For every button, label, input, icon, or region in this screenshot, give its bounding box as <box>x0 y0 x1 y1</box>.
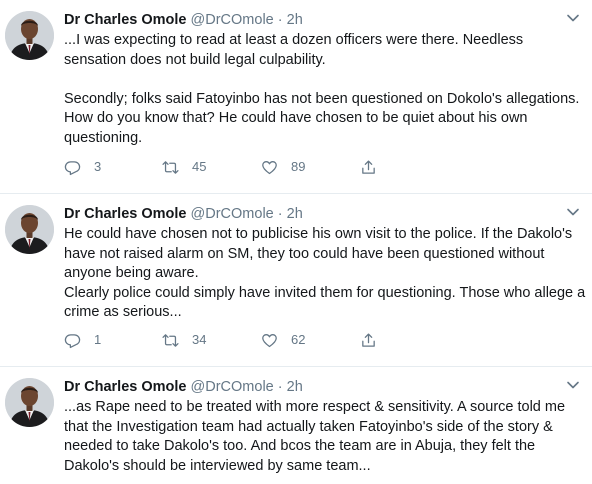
heart-icon <box>262 333 277 347</box>
avatar[interactable] <box>5 205 54 254</box>
author-name[interactable]: Dr Charles Omole <box>64 206 187 222</box>
chevron-down-icon[interactable] <box>566 11 580 25</box>
reply-count: 1 <box>94 332 102 347</box>
tweet-text: ...I was expecting to read at least a do… <box>64 32 580 146</box>
share-icon <box>362 332 375 347</box>
share-button[interactable] <box>360 157 377 177</box>
author-handle[interactable]: @DrCOmole <box>191 379 274 395</box>
share-icon <box>362 159 375 174</box>
separator-dot: · <box>277 379 283 395</box>
retweet-icon <box>162 160 179 174</box>
chevron-down-icon[interactable] <box>566 205 580 219</box>
author-name[interactable]: Dr Charles Omole <box>64 12 187 28</box>
like-count: 89 <box>291 159 306 174</box>
author-handle[interactable]: @DrCOmole <box>191 12 274 28</box>
tweet-actions: 3 45 89 <box>64 157 484 177</box>
like-count: 62 <box>291 332 306 347</box>
author-name[interactable]: Dr Charles Omole <box>64 379 187 395</box>
like-button[interactable]: 89 <box>261 157 305 177</box>
retweet-button[interactable]: 45 <box>162 157 206 177</box>
reply-icon <box>64 333 81 348</box>
tweet-text: ...as Rape need to be treated with more … <box>64 399 570 474</box>
heart-icon <box>262 160 277 174</box>
reply-icon <box>64 160 81 175</box>
tweet-text: He could have chosen not to publicise hi… <box>64 226 586 320</box>
tweet[interactable]: Dr Charles Omole @DrCOmole · 2h ...I was… <box>0 0 592 192</box>
author-handle[interactable]: @DrCOmole <box>191 206 274 222</box>
tweet-header: Dr Charles Omole @DrCOmole · 2h <box>64 204 303 224</box>
reply-button[interactable]: 3 <box>64 157 101 177</box>
like-button[interactable]: 62 <box>261 330 305 350</box>
timestamp[interactable]: 2h <box>287 379 303 395</box>
avatar[interactable] <box>5 11 54 60</box>
separator-dot: · <box>277 12 283 28</box>
share-button[interactable] <box>360 330 377 350</box>
tweet-header: Dr Charles Omole @DrCOmole · 2h <box>64 377 303 397</box>
tweet-header: Dr Charles Omole @DrCOmole · 2h <box>64 10 303 30</box>
tweet[interactable]: Dr Charles Omole @DrCOmole · 2h ...as Ra… <box>0 367 592 484</box>
tweet-actions: 1 34 62 <box>64 330 484 350</box>
timestamp[interactable]: 2h <box>287 12 303 28</box>
retweet-button[interactable]: 34 <box>162 330 206 350</box>
reply-button[interactable]: 1 <box>64 330 101 350</box>
retweet-count: 34 <box>192 332 207 347</box>
timestamp[interactable]: 2h <box>287 206 303 222</box>
retweet-icon <box>162 333 179 347</box>
reply-count: 3 <box>94 159 102 174</box>
tweet[interactable]: Dr Charles Omole @DrCOmole · 2h He could… <box>0 194 592 366</box>
avatar[interactable] <box>5 378 54 427</box>
retweet-count: 45 <box>192 159 207 174</box>
separator-dot: · <box>277 206 283 222</box>
chevron-down-icon[interactable] <box>566 378 580 392</box>
